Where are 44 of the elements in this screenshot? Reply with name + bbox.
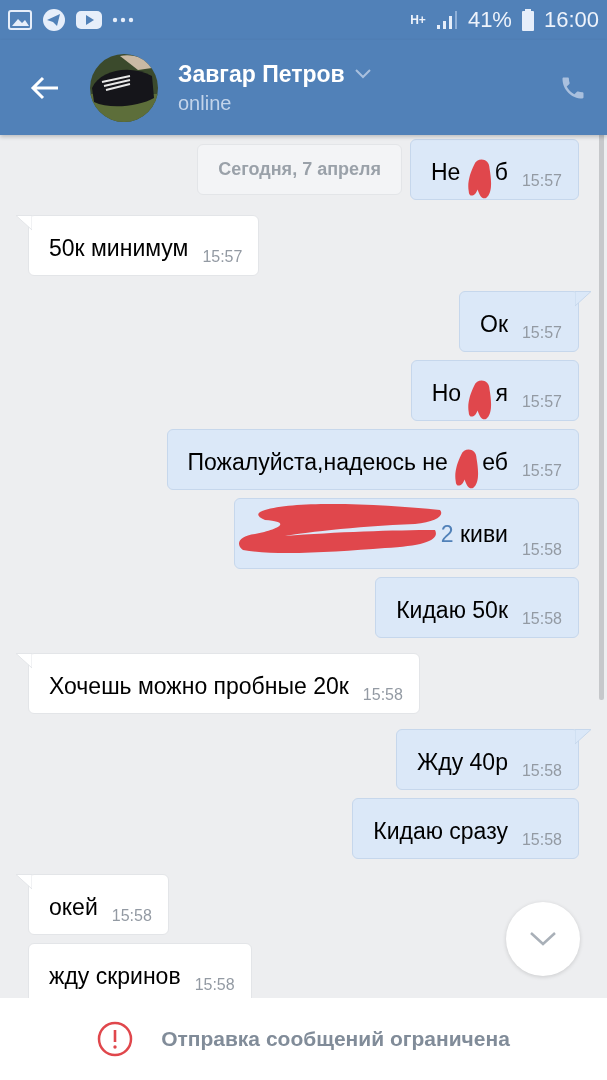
- message-text: Хочешь можно пробные 20к: [49, 672, 349, 701]
- clock: 16:00: [543, 7, 599, 33]
- battery-icon: [521, 9, 534, 31]
- message-time: 15:57: [521, 462, 562, 480]
- redaction-scribble: [466, 157, 493, 201]
- message-text: 2 киви: [254, 512, 508, 556]
- restriction-notice: Отправка сообщений ограничена: [161, 1027, 510, 1051]
- redaction-scribble: [467, 378, 494, 422]
- message-text: 50к минимум: [49, 234, 189, 263]
- message-time: 15:57: [521, 393, 562, 411]
- message-time: 15:57: [521, 172, 562, 190]
- chevron-down-icon[interactable]: [354, 69, 371, 79]
- message-time: 15:57: [521, 324, 562, 342]
- more-icon: [112, 17, 134, 23]
- message-time: 15:58: [521, 762, 562, 780]
- message-time: 15:58: [521, 610, 562, 628]
- message-text: Ок: [480, 310, 508, 339]
- message-time: 15:58: [111, 907, 152, 925]
- play-icon: [76, 10, 102, 30]
- scroll-down-button[interactable]: [506, 902, 580, 976]
- redaction-scribble: [454, 447, 481, 491]
- message-time: 15:58: [521, 541, 562, 559]
- paper-plane-icon: [42, 8, 66, 32]
- back-arrow-icon[interactable]: [30, 74, 60, 101]
- message-time: 15:58: [362, 686, 403, 704]
- message-text: жду скринов: [49, 962, 181, 991]
- image-icon: [8, 10, 32, 30]
- message-time: 15:57: [202, 248, 243, 266]
- network-type: H+: [410, 14, 426, 26]
- message-time: 15:58: [194, 976, 235, 994]
- message-text: Жду 40р: [417, 748, 508, 777]
- message-text: Кидаю 50к: [396, 596, 508, 625]
- message-text: Не б: [430, 157, 508, 187]
- message-text: окей: [49, 893, 98, 922]
- chevron-down-icon: [530, 932, 556, 946]
- signal-icon: [435, 10, 458, 30]
- message-text: Пожалуйста,надеюсь не еб: [187, 447, 508, 477]
- message-text: Кидаю сразу: [373, 817, 508, 846]
- warning-icon: [97, 1021, 134, 1057]
- message-time: 15:58: [521, 831, 562, 849]
- online-status: online: [178, 91, 233, 115]
- battery-percent: 41%: [467, 7, 512, 33]
- message-text: Но я: [431, 378, 508, 408]
- contact-name[interactable]: Завгар Петров: [178, 60, 345, 88]
